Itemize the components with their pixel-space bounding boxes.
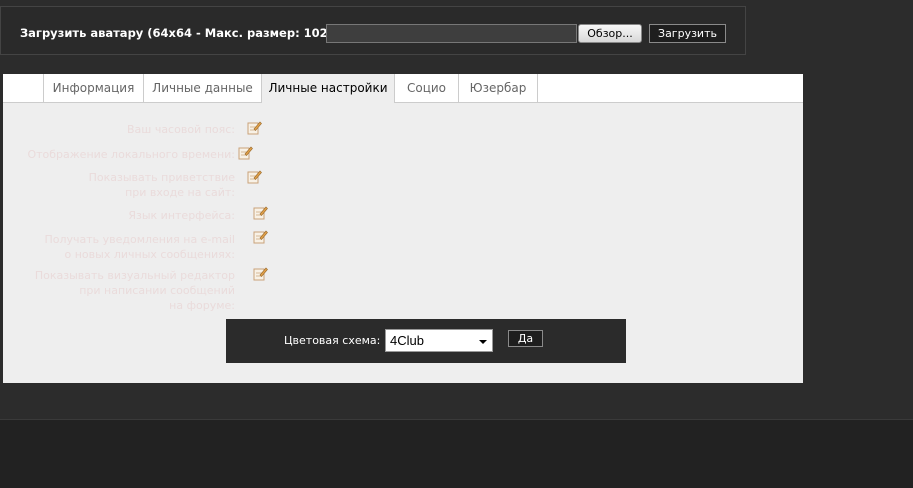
setting-label: Получать уведомления на e-mail о новых л…: [44, 233, 235, 261]
browse-button[interactable]: Обзор...: [578, 24, 642, 43]
setting-label: Показывать визуальный редактор при напис…: [34, 269, 235, 312]
setting-label: Ваш часовой пояс:: [126, 123, 235, 136]
tab-personal-settings[interactable]: Личные настройки: [261, 74, 395, 103]
edit-icon[interactable]: [253, 229, 268, 244]
color-scheme-value: 4Club: [390, 333, 424, 348]
color-scheme-select[interactable]: 4Club: [385, 329, 493, 352]
setting-label: Показывать приветствие при входе на сайт…: [88, 171, 235, 199]
avatar-file-input[interactable]: [326, 24, 577, 43]
color-scheme-form: Цветовая схема: 4Club Да: [226, 319, 626, 363]
avatar-upload-label: Загрузить аватару (64x64 - Макс. размер:…: [20, 26, 364, 40]
edit-icon[interactable]: [253, 205, 268, 220]
profile-panel: Информация Личные данные Личные настройк…: [3, 74, 803, 383]
edit-icon[interactable]: [247, 120, 262, 135]
footer-divider: [0, 419, 913, 420]
edit-icon[interactable]: [253, 266, 268, 281]
edit-icon[interactable]: [247, 169, 262, 184]
edit-icon[interactable]: [238, 145, 253, 160]
avatar-upload-bar: Загрузить аватару (64x64 - Макс. размер:…: [0, 6, 746, 55]
profile-tabs: Информация Личные данные Личные настройк…: [3, 74, 803, 103]
chevron-down-icon: [479, 340, 487, 344]
setting-label: Язык интерфейса:: [128, 209, 235, 222]
color-scheme-submit-button[interactable]: Да: [508, 330, 543, 347]
tab-personal-data[interactable]: Личные данные: [143, 74, 262, 102]
color-scheme-label: Цветовая схема:: [284, 334, 381, 347]
tab-socio[interactable]: Социо: [394, 74, 459, 102]
upload-button[interactable]: Загрузить: [649, 24, 726, 43]
setting-label: Отображение локального времени:: [27, 148, 235, 161]
tab-userbar[interactable]: Юзербар: [458, 74, 538, 102]
tab-information[interactable]: Информация: [43, 74, 144, 102]
